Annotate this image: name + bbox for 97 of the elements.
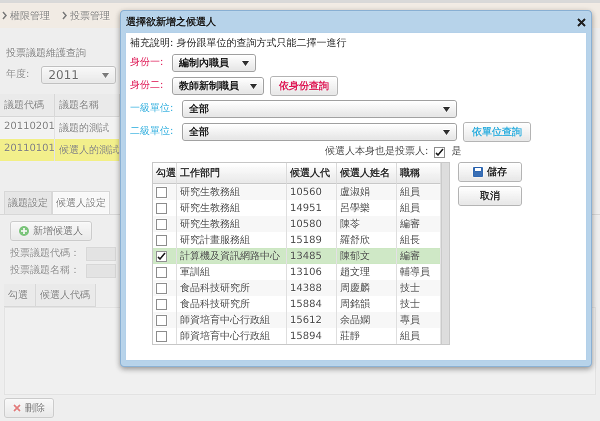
input-field[interactable] [86, 247, 116, 261]
column-header: 勾選 [153, 163, 177, 184]
checkbox[interactable] [156, 250, 167, 262]
identity-select[interactable]: 編制內職員 [172, 54, 256, 72]
close-icon[interactable] [577, 18, 586, 26]
chevron-right-icon [2, 11, 7, 20]
dialog-title: 選擇欲新增之候選人 [126, 15, 216, 29]
plus-circle-icon [19, 226, 29, 236]
dropdown-caret-icon [250, 84, 257, 88]
checkbox[interactable] [156, 234, 167, 246]
panel-title: 投票議題維護查詢 [6, 46, 87, 60]
field-label: 二級單位: [130, 126, 174, 138]
checkbox[interactable] [434, 146, 446, 158]
table-cell: 編審 [397, 216, 441, 232]
search-by-identity-button[interactable]: 依身份查詢 [270, 76, 338, 96]
table-cell: 食品科技研究所 [177, 296, 287, 312]
column-header: 候選人姓名 [337, 163, 397, 184]
column-header: 勾選 [4, 284, 36, 307]
field-label: 身份一: [130, 57, 164, 69]
table-cell: 組員 [397, 328, 441, 344]
tab[interactable]: 議題設定 [4, 191, 52, 214]
table-cell: 周慶麟 [337, 280, 397, 296]
input-field[interactable] [86, 264, 116, 278]
table-cell: 計算機及資訊網路中心 [177, 248, 287, 264]
table-cell: 15612 [287, 312, 337, 328]
dropdown-caret-icon [102, 72, 110, 78]
field-label: 投票議題名稱： [10, 265, 80, 277]
unit-select[interactable]: 全部 [182, 123, 457, 141]
table-cell: 議題的測試 [55, 117, 120, 139]
year-select[interactable]: 2011 [41, 66, 116, 84]
column-header: 議題代碼 [0, 94, 55, 117]
table-cell: 研究計畫服務組 [177, 232, 287, 248]
table-cell: 專員 [397, 312, 441, 328]
delete-button[interactable]: 刪除 [4, 398, 54, 418]
table-cell: 余品嫻 [337, 312, 397, 328]
table-cell: 組長 [397, 232, 441, 248]
checkbox[interactable] [156, 298, 167, 310]
breadcrumb-link[interactable]: 投票管理 [70, 8, 110, 22]
table-cell: 研究生教務組 [177, 200, 287, 216]
table-cell: 組員 [397, 184, 441, 200]
table-cell: 研究生教務組 [177, 216, 287, 232]
column-header: 議題名稱 [55, 94, 120, 117]
table-cell: 陳苓 [337, 216, 397, 232]
unit-select[interactable]: 全部 [182, 100, 457, 118]
column-header: 候選人代碼 [36, 284, 96, 307]
save-button[interactable]: 儲存 [458, 162, 522, 182]
checkbox[interactable] [156, 282, 167, 294]
add-candidate-button[interactable]: 新增候選人 [10, 221, 92, 241]
field-label: 年度: [6, 69, 30, 81]
table-cell: 10580 [287, 216, 337, 232]
table-cell: 食品科技研究所 [177, 280, 287, 296]
field-label: 候選人本身也是投票人: [325, 146, 428, 158]
table-cell: 技士 [397, 296, 441, 312]
note-text: 補充說明: 身份跟單位的查詢方式只能二擇一進行 [130, 38, 348, 50]
field-label: 身份二: [130, 80, 164, 92]
checkbox[interactable] [156, 202, 167, 214]
table-cell: 20110201 [0, 117, 55, 139]
field-label: 一級單位: [130, 103, 174, 115]
table-cell: 莊靜 [337, 328, 397, 344]
column-header: 候選人代 [287, 163, 337, 184]
dropdown-caret-icon [443, 106, 450, 112]
table-cell: 研究生教務組 [177, 184, 287, 200]
table-cell: 趙文理 [337, 264, 397, 280]
checkbox-label: 是 [451, 146, 462, 158]
dropdown-caret-icon [443, 130, 450, 134]
checkbox[interactable] [156, 330, 167, 342]
table-cell: 技士 [397, 280, 441, 296]
table-cell: 10560 [287, 184, 337, 200]
table-cell: 羅舒欣 [337, 232, 397, 248]
table-cell: 組員 [397, 200, 441, 216]
table-cell: 14388 [287, 280, 337, 296]
table-cell: 20110101 [0, 139, 55, 161]
dropdown-caret-icon [242, 60, 249, 66]
checkbox[interactable] [156, 266, 167, 278]
checkbox[interactable] [156, 186, 167, 198]
column-header: 職稱 [397, 163, 441, 184]
table-cell: 盧淑娟 [337, 184, 397, 200]
cancel-button[interactable]: 取消 [458, 186, 522, 206]
field-label: 投票議題代碼： [10, 248, 80, 260]
table-cell: 軍訓組 [177, 264, 287, 280]
table-cell: 周銘韻 [337, 296, 397, 312]
chevron-right-icon [62, 11, 67, 20]
checkbox[interactable] [156, 218, 167, 230]
checkbox[interactable] [156, 314, 167, 326]
scrollbar[interactable] [441, 163, 449, 344]
table-cell: 編審 [397, 248, 441, 264]
tab[interactable]: 候選人設定 [52, 191, 110, 214]
table-cell: 陳郁文 [337, 248, 397, 264]
search-by-unit-button[interactable]: 依單位查詢 [463, 122, 531, 142]
close-icon [13, 404, 21, 412]
breadcrumb-link[interactable]: 權限管理 [10, 8, 50, 22]
table-cell: 候選人的測試 [55, 139, 120, 161]
identity-select[interactable]: 教師新制職員 [172, 77, 264, 95]
table-cell: 輔導員 [397, 264, 441, 280]
table-cell: 師資培育中心行政組 [177, 312, 287, 328]
column-header: 工作部門 [177, 163, 287, 184]
table-cell: 13485 [287, 248, 337, 264]
